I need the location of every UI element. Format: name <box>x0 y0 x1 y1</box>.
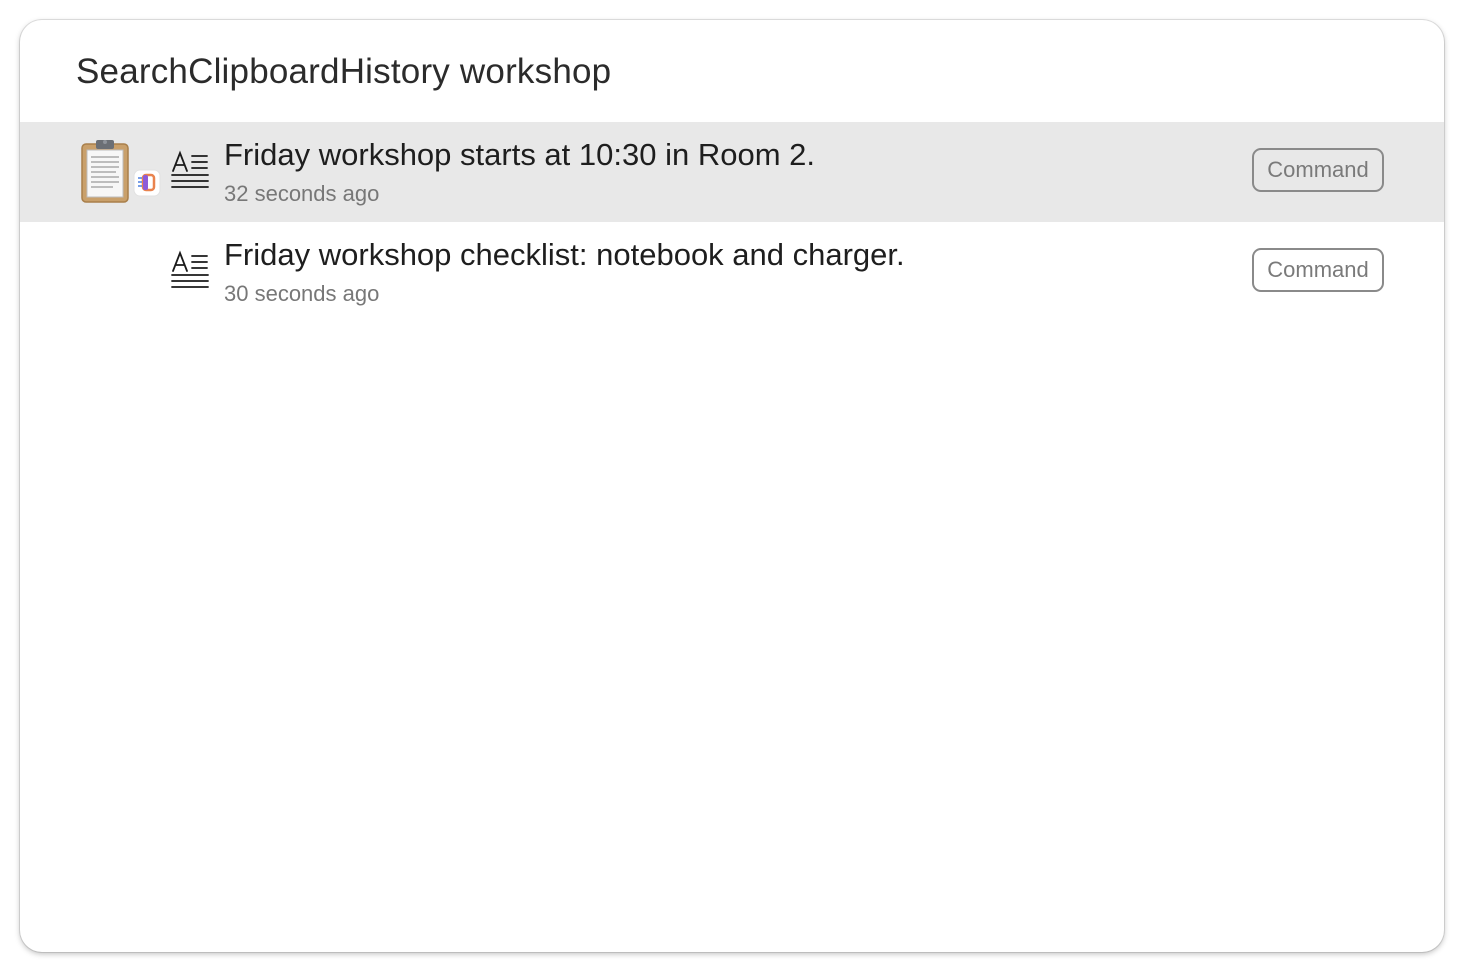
text-lines-icon <box>171 250 209 288</box>
result-timestamp: 32 seconds ago <box>224 181 380 206</box>
command-button[interactable]: Command <box>1252 148 1384 192</box>
result-row[interactable]: Friday workshop starts at 10:30 in Room … <box>20 122 1444 222</box>
clipboard-icon <box>81 140 161 203</box>
result-timestamp: 30 seconds ago <box>224 281 380 306</box>
launcher-window: SearchClipboardHistory workshop Friday w… <box>20 20 1444 952</box>
text-lines-icon <box>171 150 209 188</box>
search-query[interactable]: SearchClipboardHistory workshop <box>76 48 611 96</box>
results-list: Friday workshop starts at 10:30 in Room … <box>20 122 1444 322</box>
command-button[interactable]: Command <box>1252 248 1384 292</box>
result-title: Friday workshop checklist: notebook and … <box>224 237 905 272</box>
result-title: Friday workshop starts at 10:30 in Room … <box>224 137 815 172</box>
result-row[interactable]: Friday workshop checklist: notebook and … <box>20 222 1444 322</box>
